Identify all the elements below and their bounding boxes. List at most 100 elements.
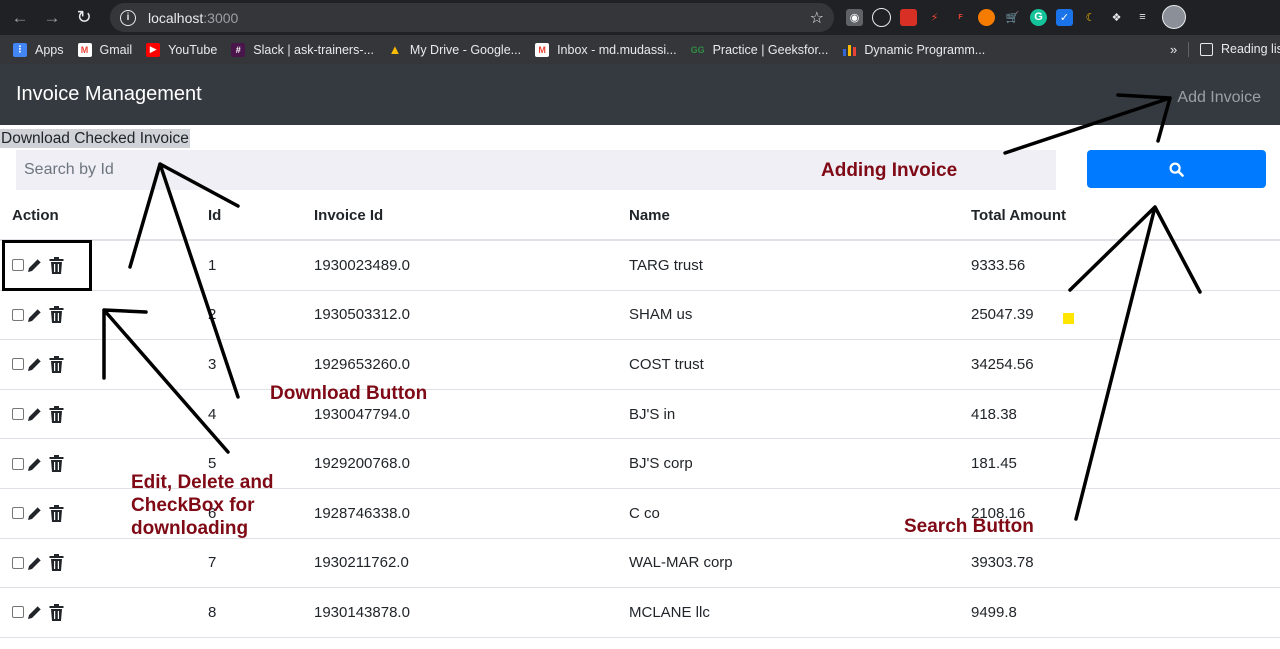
bookmark-item[interactable]: Dynamic Programm... (842, 42, 985, 57)
bookmark-item[interactable]: ⋮ Apps (13, 42, 64, 57)
row-actions (0, 389, 208, 440)
bookmark-label: Practice | Geeksfor... (712, 42, 829, 57)
annotation-line: Edit, Delete and (131, 472, 274, 493)
pdf-extension-icon[interactable] (900, 8, 917, 26)
row-checkbox[interactable] (12, 457, 24, 470)
cart-extension-icon[interactable]: 🛒 (1004, 8, 1021, 26)
table-row: 3 1929653260.0 COST trust 34254.56 (0, 339, 1280, 390)
url-host: localhost (148, 9, 204, 26)
cell-invoice-id: 1930503312.0 (314, 290, 629, 341)
bookmark-label: Apps (35, 42, 64, 57)
row-checkbox[interactable] (12, 556, 24, 569)
edit-pencil-icon[interactable] (26, 455, 44, 473)
cell-total-amount: 34254.56 (971, 339, 1280, 390)
bookmark-item[interactable]: # Slack | ask-trainers-... (231, 42, 374, 57)
check-extension-icon[interactable]: ✓ (1056, 8, 1073, 26)
row-checkbox[interactable] (12, 308, 24, 321)
cell-id: 2 (208, 290, 314, 341)
cell-name: BJ'S in (629, 389, 971, 440)
back-arrow-icon[interactable]: ← (4, 0, 36, 35)
cell-total-amount: 39303.78 (971, 538, 1280, 589)
orange-extension-icon[interactable] (978, 8, 995, 26)
delete-trash-icon[interactable] (49, 355, 64, 373)
edit-pencil-icon[interactable] (26, 504, 44, 522)
delete-trash-icon[interactable] (49, 455, 64, 473)
delete-trash-icon[interactable] (49, 554, 64, 572)
table-row: 7 1930211762.0 WAL-MAR corp 39303.78 (0, 538, 1280, 589)
delete-trash-icon[interactable] (49, 306, 64, 324)
camera-extension-icon[interactable]: ◉ (846, 8, 863, 26)
row-checkbox[interactable] (12, 507, 24, 520)
puzzle-extensions-icon[interactable]: ❖ (1108, 8, 1125, 26)
bookmark-item[interactable]: ▶ YouTube (146, 42, 218, 57)
gmail-icon: M (535, 42, 550, 57)
edit-pencil-icon[interactable] (26, 603, 44, 621)
cell-invoice-id: 1930211762.0 (314, 538, 629, 589)
edit-pencil-icon[interactable] (26, 355, 44, 373)
bookmark-item[interactable]: M Gmail (77, 42, 133, 57)
flash-extension-icon[interactable]: F (952, 8, 969, 26)
annotation-adding-invoice: Adding Invoice (821, 160, 958, 181)
bookmark-item[interactable]: M Inbox - md.mudassi... (535, 42, 677, 57)
bookmark-label: My Drive - Google... (409, 42, 522, 57)
app-brand[interactable]: Invoice Management (16, 83, 202, 106)
cell-total-amount: 418.38 (971, 389, 1280, 440)
cell-name: MCLANE llc (629, 587, 971, 638)
search-button[interactable] (1087, 150, 1266, 188)
header-id: Id (208, 192, 314, 241)
browser-toolbar: ← → ↻ i localhost:3000 ☆ ◉ ⚡ F 🛒 G ✓ ☾ ❖… (0, 0, 1280, 35)
url-text: localhost:3000 (148, 10, 238, 26)
moon-extension-icon[interactable]: ☾ (1082, 8, 1099, 26)
reading-list[interactable]: Reading lis (1200, 42, 1280, 56)
cell-invoice-id: 1928746338.0 (314, 488, 629, 539)
download-checked-invoice-button[interactable]: Download Checked Invoice (0, 129, 190, 148)
geeksforgeeks-icon: GG (690, 42, 705, 57)
bar-chart-icon (842, 42, 857, 57)
bookmark-star-icon[interactable]: ☆ (810, 8, 824, 28)
media-control-icon[interactable]: ≡ (1134, 8, 1151, 26)
row-checkbox[interactable] (12, 358, 24, 371)
lightning-extension-icon[interactable]: ⚡ (926, 8, 943, 26)
annotation-yellow-mark (1063, 313, 1074, 324)
slack-icon: # (231, 42, 246, 57)
cell-total-amount: 25047.39 (971, 290, 1280, 341)
add-invoice-link[interactable]: Add Invoice (1177, 89, 1261, 107)
app-navbar: Invoice Management Add Invoice (0, 64, 1280, 125)
bookmark-item[interactable]: ▲ My Drive - Google... (387, 42, 522, 57)
more-bookmarks-icon[interactable]: » (1170, 42, 1177, 57)
openai-extension-icon[interactable] (872, 7, 891, 27)
cell-total-amount: 9333.56 (971, 240, 1280, 291)
bookmark-label: Gmail (99, 42, 133, 57)
edit-pencil-icon[interactable] (26, 306, 44, 324)
row-checkbox[interactable] (12, 606, 24, 619)
address-bar[interactable]: i localhost:3000 ☆ (110, 3, 834, 32)
annotation-line: downloading (131, 518, 249, 539)
bookmark-label: YouTube (168, 42, 218, 57)
delete-trash-icon[interactable] (49, 603, 64, 621)
cell-id: 7 (208, 538, 314, 589)
table-row: 1 1930023489.0 TARG trust 9333.56 (0, 240, 1280, 291)
row-checkbox[interactable] (12, 408, 24, 421)
delete-trash-icon[interactable] (49, 504, 64, 522)
reload-icon[interactable]: ↻ (68, 0, 100, 35)
cell-total-amount: 9499.8 (971, 587, 1280, 638)
edit-pencil-icon[interactable] (26, 405, 44, 423)
forward-arrow-icon[interactable]: → (36, 0, 68, 35)
cell-name: SHAM us (629, 290, 971, 341)
edit-pencil-icon[interactable] (26, 554, 44, 572)
google-drive-icon: ▲ (387, 42, 402, 57)
youtube-icon: ▶ (146, 42, 161, 57)
annotation-edit-delete: Edit, Delete and CheckBox for downloadin… (131, 471, 274, 540)
profile-avatar[interactable] (1162, 5, 1186, 29)
invoice-table: Action Id Invoice Id Name Total Amount 1… (0, 192, 1280, 638)
grammarly-extension-icon[interactable]: G (1030, 8, 1047, 26)
delete-trash-icon[interactable] (49, 405, 64, 423)
annotation-download-button: Download Button (270, 383, 428, 404)
cell-invoice-id: 1929200768.0 (314, 438, 629, 489)
annotation-highlight-box (2, 240, 92, 291)
row-actions (0, 290, 208, 341)
table-row: 2 1930503312.0 SHAM us 25047.39 (0, 290, 1280, 341)
site-info-icon[interactable]: i (120, 9, 136, 26)
apps-grid-icon: ⋮ (13, 42, 27, 57)
bookmark-item[interactable]: GG Practice | Geeksfor... (690, 42, 829, 57)
